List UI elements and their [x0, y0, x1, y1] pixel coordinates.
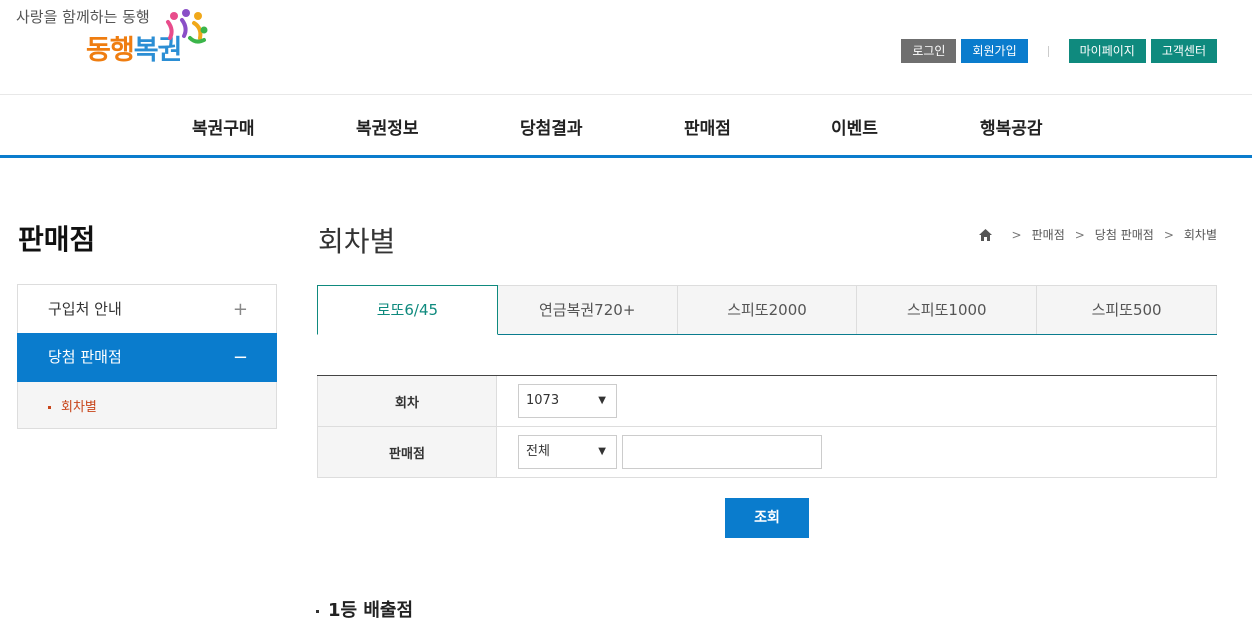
chevron-right-icon: >	[1074, 227, 1085, 242]
section-title-text: 1등 배출점	[328, 600, 414, 621]
search-form: 회차 1073 ▼ 판매점 전체 ▼	[317, 375, 1217, 478]
round-select-value: 1073	[526, 393, 560, 408]
gnb-item-stores[interactable]: 판매점	[684, 114, 731, 139]
join-button[interactable]: 회원가입	[961, 39, 1028, 63]
sidebar-subitem-label: 회차별	[61, 400, 97, 415]
logo[interactable]: 사랑을 함께하는 동행 동행복권	[16, 6, 216, 76]
section-title: 1등 배출점	[316, 596, 413, 622]
mypage-button[interactable]: 마이페이지	[1068, 39, 1146, 63]
chevron-right-icon: >	[1163, 227, 1174, 242]
breadcrumb-item[interactable]: 당첨 판매점	[1095, 226, 1154, 243]
bullet-icon	[48, 406, 51, 409]
form-row-round: 회차 1073 ▼	[317, 376, 1217, 427]
gnb-item-lottery-info[interactable]: 복권정보	[356, 114, 419, 139]
gnb-item-results[interactable]: 당첨결과	[520, 114, 583, 139]
customer-center-button[interactable]: 고객센터	[1150, 39, 1217, 63]
lottery-tabs: 로또6/45 연금복권720+ 스피또2000 스피또1000 스피또500	[317, 285, 1217, 335]
breadcrumb: > 판매점 > 당첨 판매점 > 회차별	[978, 226, 1217, 243]
gnb-item-events[interactable]: 이벤트	[831, 114, 878, 139]
store-cell: 전체 ▼	[497, 427, 1217, 477]
site-header: 사랑을 함께하는 동행 동행복권 로그인 회원가입 마이페이지 고객센터	[0, 0, 1252, 95]
tab-speetto2000[interactable]: 스피또2000	[677, 285, 858, 334]
round-select[interactable]: 1073 ▼	[518, 384, 617, 418]
region-select[interactable]: 전체 ▼	[518, 435, 617, 469]
store-label: 판매점	[317, 427, 497, 477]
breadcrumb-item-current: 회차별	[1183, 228, 1217, 242]
region-select-value: 전체	[526, 444, 550, 459]
tab-speetto500[interactable]: 스피또500	[1037, 285, 1217, 334]
store-name-input[interactable]	[622, 435, 822, 469]
sidebar-item-store-guide[interactable]: 구입처 안내 +	[18, 285, 276, 334]
round-label: 회차	[317, 376, 497, 426]
sidebar-subitem-by-round[interactable]: 회차별	[18, 382, 276, 428]
form-row-store: 판매점 전체 ▼	[317, 427, 1217, 478]
gnb-item-happiness[interactable]: 행복공감	[980, 114, 1043, 139]
minus-icon: −	[232, 347, 248, 368]
bullet-icon	[316, 609, 319, 613]
search-button[interactable]: 조회	[725, 498, 809, 538]
breadcrumb-item[interactable]: 판매점	[1032, 226, 1065, 243]
caret-down-icon: ▼	[598, 446, 606, 457]
utility-links: 로그인 회원가입 마이페이지 고객센터	[896, 39, 1217, 63]
sidebar-item-winning-stores[interactable]: 당첨 판매점 −	[17, 333, 277, 382]
plus-icon: +	[232, 299, 248, 320]
tab-pension720[interactable]: 연금복권720+	[497, 285, 678, 334]
sidebar-menu: 구입처 안내 + 당첨 판매점 − 회차별	[17, 284, 277, 429]
login-button[interactable]: 로그인	[901, 39, 957, 63]
logo-tagline: 사랑을 함께하는 동행	[16, 8, 150, 26]
sidebar-item-label: 구입처 안내	[48, 300, 122, 318]
chevron-right-icon: >	[1011, 227, 1022, 242]
sidebar-item-label: 당첨 판매점	[48, 348, 122, 366]
utility-divider	[1047, 45, 1049, 57]
logo-wordmark-part1: 동행	[86, 35, 135, 66]
main-navigation: 복권구매 복권정보 당첨결과 판매점 이벤트 행복공감	[0, 95, 1252, 158]
tab-speetto1000[interactable]: 스피또1000	[857, 285, 1038, 334]
page-title: 회차별	[318, 225, 396, 258]
sidebar-title: 판매점	[18, 223, 96, 256]
tab-lotto645[interactable]: 로또6/45	[317, 285, 498, 335]
caret-down-icon: ▼	[598, 395, 606, 406]
round-cell: 1073 ▼	[497, 376, 1217, 426]
logo-figures-icon	[166, 9, 208, 44]
home-icon[interactable]	[978, 228, 992, 241]
gnb-item-purchase[interactable]: 복권구매	[192, 114, 255, 139]
